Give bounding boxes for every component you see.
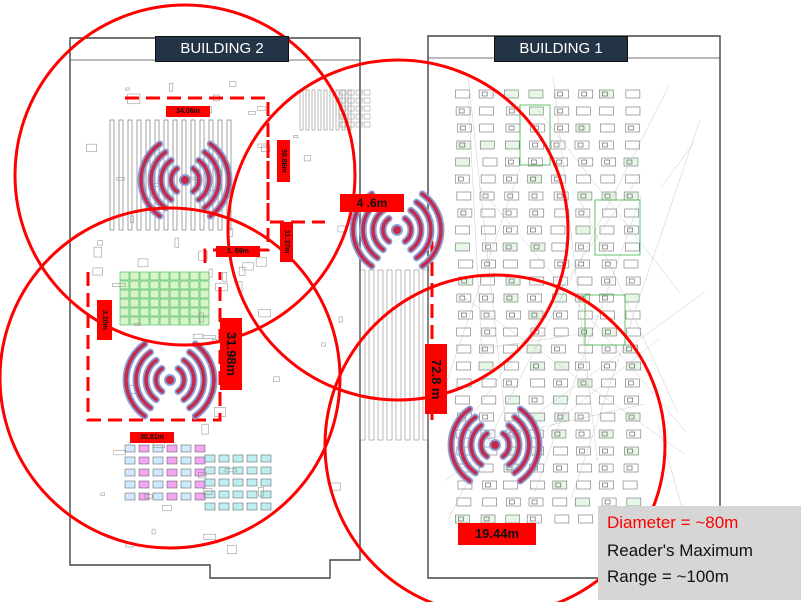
legend-diameter: Diameter = ~80m [607, 513, 739, 532]
legend-reader-max: Reader's Maximum [607, 541, 753, 560]
dimension-label: 31.98m [220, 318, 242, 390]
dimension-label: 4 .6m [340, 194, 404, 212]
legend-box: Diameter = ~80m Reader's Maximum Range =… [598, 506, 801, 600]
rfid-reader-icon [122, 340, 218, 420]
building-1-outline [427, 35, 721, 579]
dimension-label: 11.37m [280, 222, 293, 262]
dimension-label: 30.81m [130, 432, 174, 443]
rfid-reader-icon [447, 405, 543, 485]
legend-range: Range = ~100m [607, 567, 729, 586]
dimension-label: 1. 69m [216, 246, 260, 257]
dimension-label: 34.06m [166, 106, 210, 117]
floor-plan-detail [86, 75, 706, 555]
floor-plan-diagram: BUILDING 2 BUILDING 1 34.06m 30.86m 4 .6… [0, 0, 803, 602]
building-2-label: BUILDING 2 [155, 36, 289, 62]
dimension-label: 19.44m [458, 523, 536, 545]
building-1-label: BUILDING 1 [494, 36, 628, 62]
dimension-label: 72.8 m [425, 344, 447, 414]
rfid-reader-icon [137, 140, 233, 220]
dimension-label: 3.20m [97, 300, 112, 340]
dimension-label: 30.86m [277, 140, 290, 182]
